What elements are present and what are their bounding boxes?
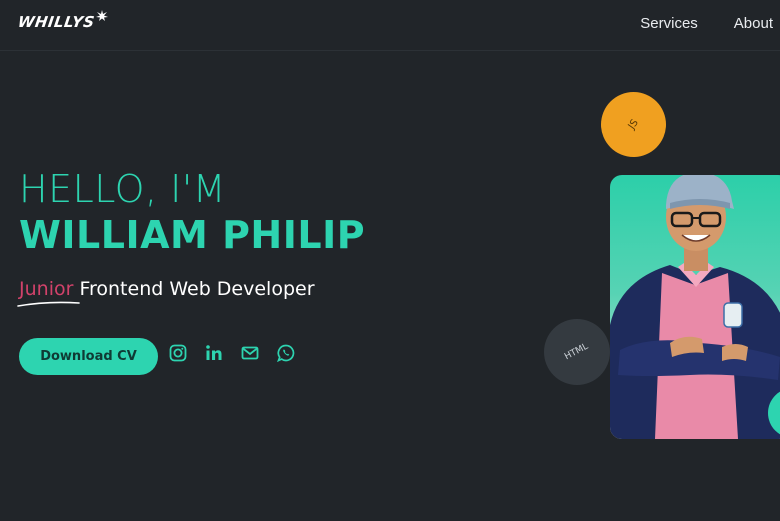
site-logo[interactable]: WHILLYS [16, 10, 108, 31]
nav-item-services[interactable]: Services [640, 15, 698, 32]
email-icon[interactable] [241, 344, 259, 362]
download-cv-button[interactable]: Download CV [19, 338, 158, 375]
html-skill-bubble: HTML [544, 319, 610, 385]
portfolio-page: WHILLYS Services About HELLO, I'M WILLIA… [0, 0, 780, 521]
whatsapp-icon[interactable] [277, 344, 295, 362]
logo-text: WHILLYS [16, 13, 96, 31]
role-text: Frontend Web Developer [73, 278, 315, 300]
social-links [169, 344, 295, 362]
profile-photo [610, 175, 780, 439]
hero-name: WILLIAM PHILIP [19, 213, 366, 257]
hero-greeting: HELLO, I'M [19, 167, 227, 211]
instagram-icon[interactable] [169, 344, 187, 362]
js-skill-bubble: JS [601, 92, 666, 157]
profile-photo-card [610, 175, 780, 439]
role-highlight: Junior [17, 278, 80, 307]
role-highlight-text: Junior [19, 278, 74, 300]
html-bubble-label: HTML [563, 341, 591, 363]
splash-icon [95, 10, 108, 21]
underline-stroke-icon [17, 301, 80, 307]
js-bubble-label: JS [626, 117, 641, 132]
hero-role: Junior Frontend Web Developer [17, 278, 315, 307]
site-header: WHILLYS Services About [0, 0, 780, 51]
linkedin-icon[interactable] [205, 344, 223, 362]
nav-item-about[interactable]: About [734, 15, 773, 32]
main-nav: Services About [640, 15, 773, 32]
